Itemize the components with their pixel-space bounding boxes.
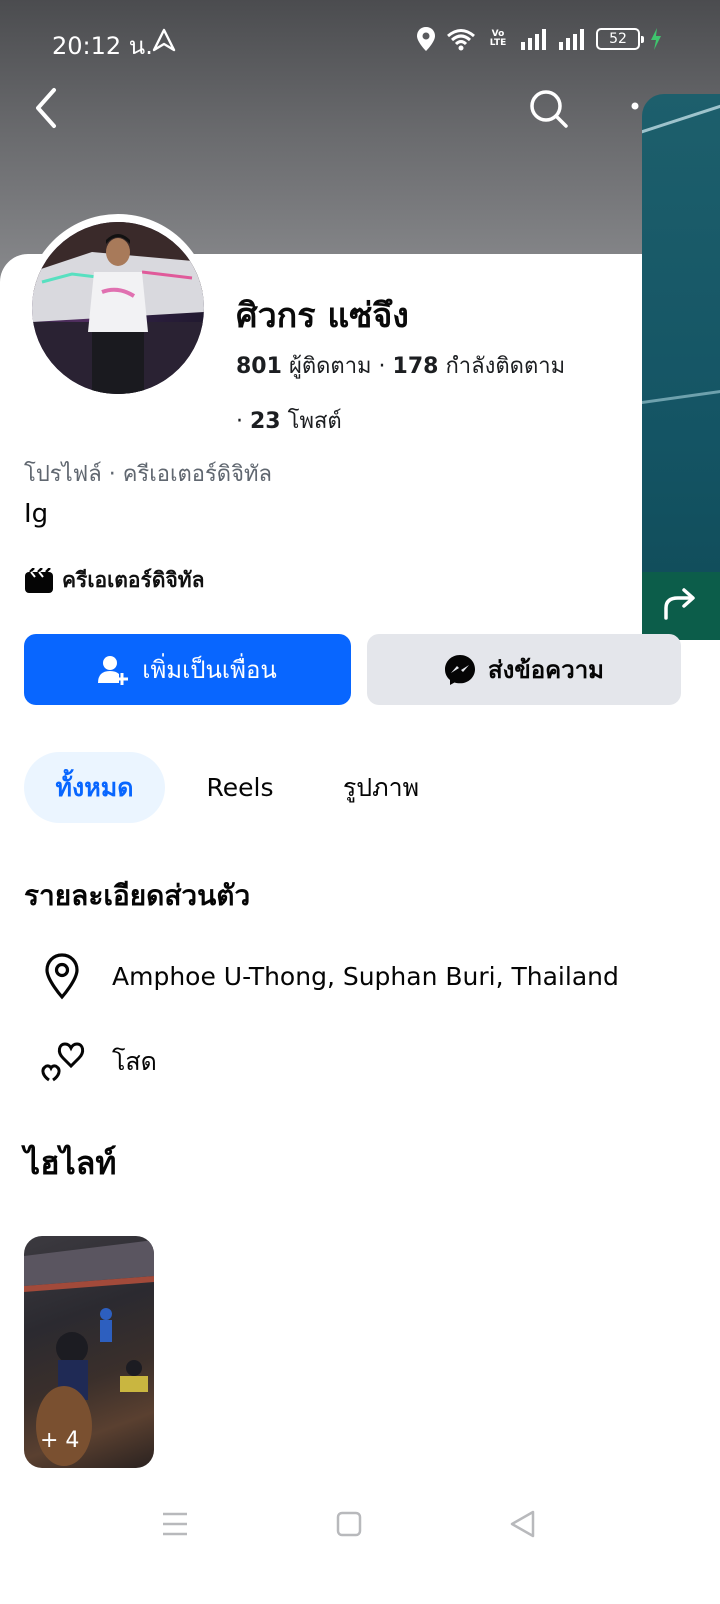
tab-reels[interactable]: Reels xyxy=(190,752,290,823)
menu-lines-icon xyxy=(163,1512,187,1536)
hearts-icon xyxy=(41,1042,85,1082)
back-triangle-icon xyxy=(510,1510,535,1538)
profile-avatar[interactable] xyxy=(32,222,204,394)
recent-apps-button[interactable] xyxy=(160,1508,190,1544)
back-button[interactable] xyxy=(28,86,68,130)
add-friend-icon xyxy=(98,655,129,685)
followers-count[interactable]: 801 xyxy=(236,354,282,379)
side-story-card[interactable]: 140 ม xyxy=(642,94,720,668)
profile-name: ศิวกร แซ่จึง xyxy=(236,296,409,336)
add-friend-label: เพิ่มเป็นเพื่อน xyxy=(142,656,277,684)
highlights-heading: ไฮไลท์ xyxy=(24,1144,117,1182)
highlight-more-count: + 4 xyxy=(40,1428,80,1453)
details-heading: รายละเอียดส่วนตัว xyxy=(24,879,251,912)
search-icon xyxy=(530,90,568,128)
add-friend-button[interactable]: เพิ่มเป็นเพื่อน xyxy=(24,634,351,705)
share-icon xyxy=(660,586,700,626)
creator-badge-label: ครีเอเตอร์ดิจิทัล xyxy=(62,568,205,592)
relationship-row: โสด xyxy=(24,1032,704,1092)
location-status-icon xyxy=(416,26,436,52)
signal-2-icon xyxy=(558,28,586,50)
clapperboard-icon xyxy=(25,567,53,593)
system-back-button[interactable] xyxy=(508,1508,538,1544)
tab-all[interactable]: ทั้งหมด xyxy=(24,752,165,823)
creator-badge: ครีเอเตอร์ดิจิทัล xyxy=(24,564,204,597)
wifi-icon xyxy=(446,27,476,51)
navigation-arrow-icon xyxy=(152,28,176,56)
status-time: 20:12 น. xyxy=(52,32,153,60)
home-square-icon xyxy=(336,1511,362,1537)
battery-indicator: 52 xyxy=(596,28,644,50)
message-label: ส่งข้อความ xyxy=(487,656,604,684)
message-button[interactable]: ส่งข้อความ xyxy=(367,634,681,705)
posts-count: 23 xyxy=(250,409,281,434)
location-pin-icon xyxy=(45,953,79,1000)
volte-indicator: Vo LTE xyxy=(489,29,507,48)
search-button[interactable] xyxy=(526,86,570,130)
status-bar: 20:12 น. Vo LTE 52 xyxy=(0,20,720,64)
following-label[interactable]: กำลังติดตาม xyxy=(445,354,565,379)
profile-bio: Ig xyxy=(24,499,49,529)
posts-stats: · 23 โพสต์ xyxy=(236,409,342,434)
tab-photos[interactable]: รูปภาพ xyxy=(316,752,446,823)
signal-1-icon xyxy=(520,28,548,50)
posts-label: โพสต์ xyxy=(287,409,342,434)
charging-icon xyxy=(650,28,662,50)
location-row: Amphoe U-Thong, Suphan Buri, Thailand xyxy=(24,946,704,1006)
profile-category: โปรไฟล์ · ครีเอเตอร์ดิจิทัล xyxy=(24,462,272,487)
messenger-icon xyxy=(444,654,475,685)
location-text: Amphoe U-Thong, Suphan Buri, Thailand xyxy=(112,961,619,991)
chevron-left-icon xyxy=(36,88,56,128)
following-count[interactable]: 178 xyxy=(393,354,439,379)
relationship-text: โสด xyxy=(112,1047,157,1076)
follow-stats: 801 ผู้ติดตาม · 178 กำลังติดตาม xyxy=(236,354,566,379)
followers-label[interactable]: ผู้ติดตาม xyxy=(289,354,372,379)
home-button[interactable] xyxy=(336,1508,362,1544)
